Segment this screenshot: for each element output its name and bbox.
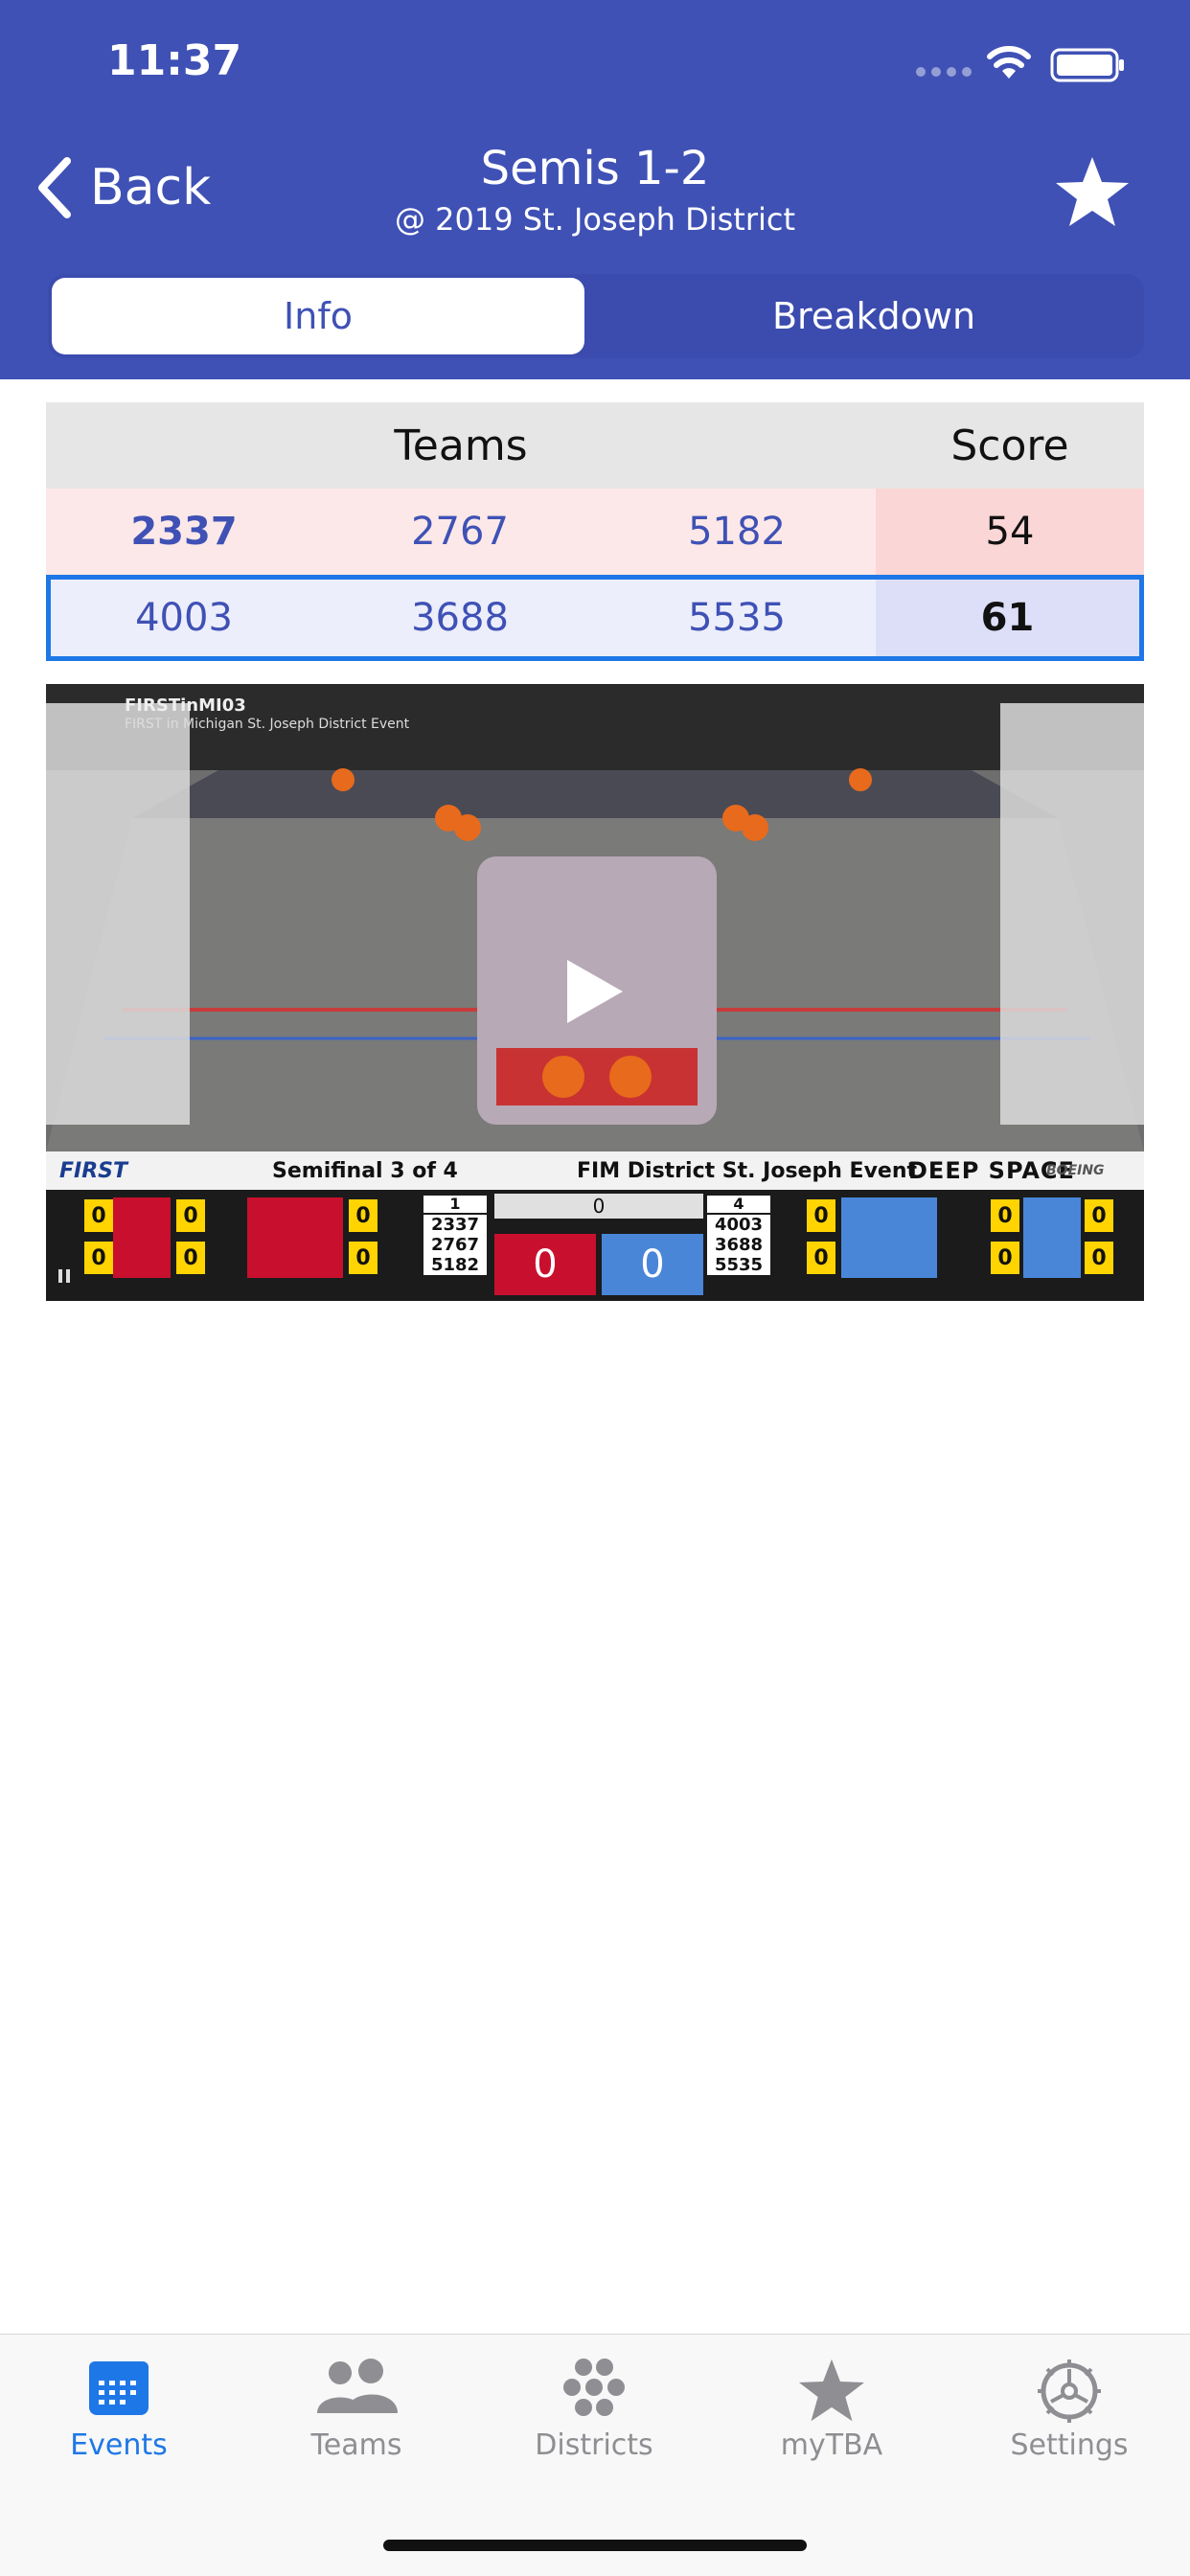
video-title: FIRST in Michigan St. Joseph District Ev…	[125, 717, 410, 732]
red-counter: 0	[349, 1199, 378, 1232]
team-link[interactable]: 3688	[322, 575, 598, 661]
match-score-table: Teams Score 2337 2767 5182 54 4003 3688 …	[46, 402, 1144, 661]
cellular-signal-icon	[916, 67, 972, 77]
tab-teams[interactable]: Teams	[270, 2358, 443, 2462]
blue-team-number: 3688	[714, 1235, 764, 1255]
team-link[interactable]: 2337	[46, 489, 322, 575]
video-channel-name: FIRSTinMI03	[125, 695, 246, 716]
team-link[interactable]: 5535	[599, 575, 875, 661]
pause-icon[interactable]	[57, 1268, 71, 1284]
people-icon	[317, 2359, 398, 2413]
video-frame	[46, 684, 1144, 1151]
navigation-header: 11:37 Back Semis 1-2 @ 2019 St. Joseph D…	[0, 0, 1190, 379]
team-link[interactable]: 5182	[599, 489, 875, 575]
tab-info[interactable]: Info	[52, 278, 584, 354]
tab-bar: Events Teams Districts myTBA Settings	[0, 2334, 1190, 2576]
overlay-center-score: 0	[494, 1194, 703, 1219]
first-logo: FIRST	[59, 1158, 128, 1183]
teams-header: Teams	[394, 421, 528, 470]
home-indicator	[383, 2540, 807, 2551]
tab-settings[interactable]: Settings	[983, 2358, 1156, 2462]
gear-icon	[1038, 2359, 1101, 2423]
red-counter: 0	[349, 1242, 378, 1274]
blue-counter: 0	[1085, 1242, 1113, 1274]
overlay-match-label: Semifinal 3 of 4	[272, 1158, 458, 1183]
match-video-player[interactable]: FIRSTinMI03 FIRST in Michigan St. Joseph…	[46, 684, 1144, 1301]
wifi-icon	[987, 46, 1031, 79]
table-header: Teams Score	[46, 402, 1144, 489]
sponsor-logo: BOEING	[1046, 1163, 1105, 1178]
tab-label: Districts	[535, 2428, 653, 2462]
blue-counter: 0	[991, 1242, 1019, 1274]
red-team-number: 2767	[430, 1235, 480, 1255]
red-team-number: 2337	[430, 1215, 480, 1235]
tab-label: myTBA	[780, 2428, 883, 2462]
calendar-icon	[89, 2361, 149, 2415]
tab-mytba[interactable]: myTBA	[745, 2358, 918, 2462]
red-score: 54	[876, 489, 1144, 575]
red-rocket-panel	[113, 1197, 171, 1278]
team-link[interactable]: 2767	[322, 489, 598, 575]
blue-alliance-teams: 4003 3688 5535	[707, 1215, 770, 1275]
score-header: Score	[950, 421, 1069, 470]
blue-rocket-panel	[1023, 1197, 1081, 1278]
status-time: 11:37	[107, 36, 242, 85]
blue-counter: 0	[807, 1242, 835, 1274]
blue-alliance-row: 4003 3688 5535 61	[46, 575, 1144, 661]
red-alliance-row: 2337 2767 5182 54	[46, 489, 1144, 575]
red-alliance-teams: 2337 2767 5182	[423, 1215, 487, 1275]
battery-icon	[1050, 48, 1124, 82]
page-title: Semis 1-2	[480, 142, 710, 195]
overlay-blue-score: 0	[602, 1234, 703, 1295]
blue-counter: 0	[807, 1199, 835, 1232]
team-link[interactable]: 4003	[46, 575, 322, 661]
tab-districts[interactable]: Districts	[508, 2358, 680, 2462]
red-counter: 0	[84, 1199, 113, 1232]
tab-label: Events	[70, 2428, 168, 2462]
blue-team-number: 5535	[714, 1255, 764, 1275]
blue-cargo-panel	[841, 1197, 937, 1278]
dots-icon	[563, 2359, 625, 2416]
page-subtitle: @ 2019 St. Joseph District	[394, 201, 796, 238]
segmented-control: Info Breakdown	[48, 274, 1144, 358]
tab-label: Teams	[310, 2428, 402, 2462]
tab-events[interactable]: Events	[33, 2358, 205, 2462]
blue-score: 61	[876, 580, 1139, 656]
red-counter: 0	[84, 1242, 113, 1274]
overlay-red-score: 0	[494, 1234, 596, 1295]
red-alliance-seed: 1	[423, 1196, 487, 1213]
star-icon	[799, 2359, 864, 2422]
blue-counter: 0	[1085, 1199, 1113, 1232]
red-counter: 0	[176, 1199, 205, 1232]
play-icon[interactable]	[561, 956, 629, 1027]
tab-label: Settings	[1010, 2428, 1129, 2462]
blue-alliance-seed: 4	[707, 1196, 770, 1213]
blue-team-number: 4003	[714, 1215, 764, 1235]
favorite-star-icon[interactable]	[1054, 155, 1131, 228]
tab-breakdown[interactable]: Breakdown	[607, 278, 1140, 354]
red-team-number: 5182	[430, 1255, 480, 1275]
blue-counter: 0	[991, 1199, 1019, 1232]
red-cargo-panel	[247, 1197, 343, 1278]
broadcast-lower-third: FIRST Semifinal 3 of 4 FIM District St. …	[46, 1151, 1144, 1190]
overlay-event-label: FIM District St. Joseph Event	[577, 1158, 918, 1183]
broadcast-scoreboard: 0 0 0 0 0 0 1 2337 2767 5182 0 0 0 4 400…	[46, 1190, 1144, 1301]
red-counter: 0	[176, 1242, 205, 1274]
